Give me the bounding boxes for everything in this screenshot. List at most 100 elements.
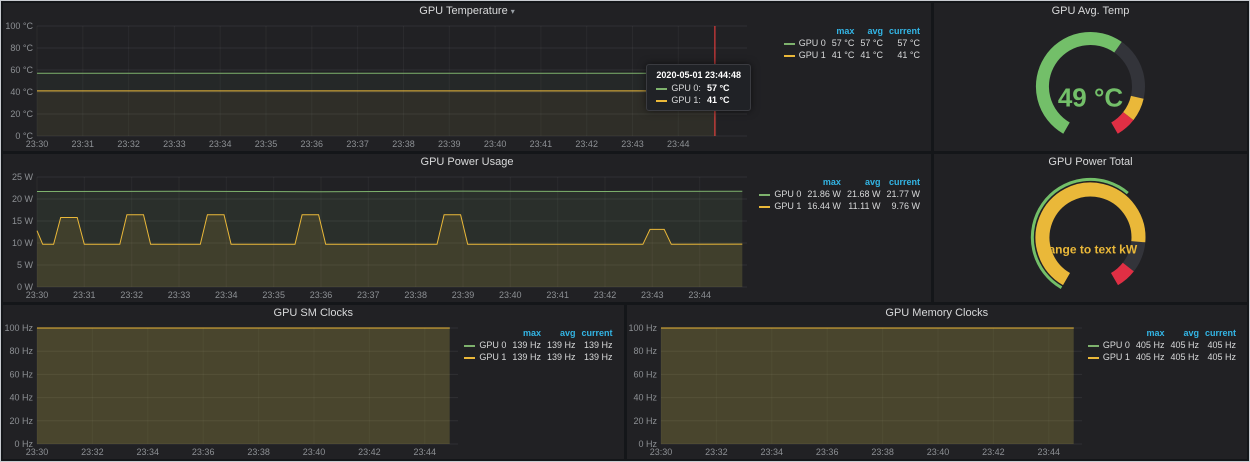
panel-title-gpu-power-usage[interactable]: GPU Power Usage <box>3 154 931 171</box>
svg-text:23:31: 23:31 <box>73 290 96 300</box>
svg-text:23:38: 23:38 <box>871 447 894 457</box>
svg-text:23:37: 23:37 <box>346 139 369 149</box>
tooltip-series-name: GPU 1: <box>671 95 701 105</box>
gpu-power-usage-chart[interactable]: 0 W5 W10 W15 W20 W25 W23:3023:3123:3223:… <box>3 171 753 302</box>
tooltip-timestamp: 2020-05-01 23:44:48 <box>656 70 741 80</box>
tooltip-row-gpu1: GPU 1: 41 °C <box>656 95 741 105</box>
svg-text:23:30: 23:30 <box>26 447 49 457</box>
panel-title-gpu-memory-clocks[interactable]: GPU Memory Clocks <box>627 305 1248 322</box>
panel-title-gpu-temperature[interactable]: GPU Temperature ▾ <box>3 3 931 20</box>
svg-text:49 °C: 49 °C <box>1058 83 1124 113</box>
panel-title-text: GPU SM Clocks <box>274 307 353 319</box>
svg-text:20 °C: 20 °C <box>10 109 33 119</box>
dashboard-row-1: GPU Temperature▾ 0 °C20 °C40 °C60 °C80 °… <box>3 3 1247 151</box>
panel-title-text: GPU Temperature <box>419 5 507 17</box>
gpu-sm-clocks-chart[interactable]: 0 Hz20 Hz40 Hz60 Hz80 Hz100 Hz23:3023:32… <box>3 322 464 459</box>
svg-text:23:34: 23:34 <box>215 290 238 300</box>
gpu-avg-temp-gauge: 49 °C <box>934 20 1247 151</box>
gpu-power-usage-legend[interactable]: maxavgcurrentGPU 021.86 W21.68 W21.77 WG… <box>753 171 931 302</box>
panel-title-gpu-sm-clocks[interactable]: GPU SM Clocks <box>3 305 624 322</box>
svg-text:23:40: 23:40 <box>499 290 522 300</box>
svg-text:23:44: 23:44 <box>1037 447 1060 457</box>
svg-text:23:40: 23:40 <box>303 447 326 457</box>
svg-text:40 °C: 40 °C <box>10 87 33 97</box>
svg-text:23:39: 23:39 <box>452 290 475 300</box>
gpu-sm-clocks-body: 0 Hz20 Hz40 Hz60 Hz80 Hz100 Hz23:3023:32… <box>3 322 624 459</box>
panel-title-gpu-avg-temp[interactable]: GPU Avg. Temp <box>934 3 1247 20</box>
svg-text:23:39: 23:39 <box>438 139 461 149</box>
gpu-sm-clocks-legend[interactable]: maxavgcurrentGPU 0139 Hz139 Hz139 HzGPU … <box>464 322 624 459</box>
series-color-dash <box>656 88 667 90</box>
svg-text:23:36: 23:36 <box>192 447 215 457</box>
svg-text:23:32: 23:32 <box>117 139 140 149</box>
svg-text:100 Hz: 100 Hz <box>628 323 657 333</box>
svg-text:100 °C: 100 °C <box>5 21 33 31</box>
chevron-down-icon[interactable]: ▾ <box>511 7 515 16</box>
svg-text:23:42: 23:42 <box>575 139 598 149</box>
tooltip-series-value: 41 °C <box>707 95 730 105</box>
svg-text:80 °C: 80 °C <box>10 43 33 53</box>
svg-text:23:44: 23:44 <box>414 447 437 457</box>
gpu-temperature-legend[interactable]: maxavgcurrentGPU 057 °C57 °C57 °CGPU 141… <box>753 20 931 151</box>
svg-text:20 W: 20 W <box>12 194 34 204</box>
svg-text:25 W: 25 W <box>12 172 34 182</box>
panel-gpu-power-usage: GPU Power Usage 0 W5 W10 W15 W20 W25 W23… <box>3 154 931 302</box>
gpu-temperature-body: 0 °C20 °C40 °C60 °C80 °C100 °C23:3023:31… <box>3 20 931 151</box>
svg-text:23:41: 23:41 <box>530 139 553 149</box>
svg-text:23:44: 23:44 <box>667 139 690 149</box>
gpu-power-total-gauge: range to text kW <box>934 171 1247 302</box>
svg-text:23:30: 23:30 <box>26 290 49 300</box>
svg-text:60 Hz: 60 Hz <box>633 369 657 379</box>
svg-text:23:37: 23:37 <box>357 290 380 300</box>
svg-text:23:30: 23:30 <box>26 139 49 149</box>
tooltip-row-gpu0: GPU 0:57 °C <box>656 83 741 93</box>
svg-text:23:32: 23:32 <box>120 290 143 300</box>
svg-text:23:38: 23:38 <box>404 290 427 300</box>
grafana-dashboard-window: GPU Temperature▾ 0 °C20 °C40 °C60 °C80 °… <box>0 0 1250 462</box>
panel-title-gpu-power-total[interactable]: GPU Power Total <box>934 154 1247 171</box>
svg-text:23:36: 23:36 <box>310 290 333 300</box>
svg-text:20 Hz: 20 Hz <box>9 416 33 426</box>
svg-text:23:30: 23:30 <box>649 447 672 457</box>
panel-title-text: GPU Power Total <box>1048 156 1132 168</box>
panel-title-text: GPU Avg. Temp <box>1052 5 1130 17</box>
panel-gpu-temperature: GPU Temperature▾ 0 °C20 °C40 °C60 °C80 °… <box>3 3 931 151</box>
panel-gpu-memory-clocks: GPU Memory Clocks 0 Hz20 Hz40 Hz60 Hz80 … <box>627 305 1248 459</box>
svg-text:23:43: 23:43 <box>621 139 644 149</box>
svg-text:23:38: 23:38 <box>247 447 270 457</box>
svg-text:23:40: 23:40 <box>484 139 507 149</box>
svg-text:10 W: 10 W <box>12 238 34 248</box>
chart-tooltip: 2020-05-01 23:44:48 GPU 0:57 °C GPU 1: 41… <box>646 64 751 111</box>
svg-text:100 Hz: 100 Hz <box>4 323 33 333</box>
dashboard-row-2: GPU Power Usage 0 W5 W10 W15 W20 W25 W23… <box>3 154 1247 302</box>
tooltip-series-value: 57 °C <box>707 83 730 93</box>
svg-text:15 W: 15 W <box>12 216 34 226</box>
svg-text:range to text kW: range to text kW <box>1044 243 1138 257</box>
gpu-memory-clocks-body: 0 Hz20 Hz40 Hz60 Hz80 Hz100 Hz23:3023:32… <box>627 322 1248 459</box>
svg-text:23:34: 23:34 <box>760 447 783 457</box>
panel-gpu-avg-temp: GPU Avg. Temp 49 °C <box>934 3 1247 151</box>
series-color-dash <box>656 100 667 102</box>
svg-text:23:40: 23:40 <box>926 447 949 457</box>
svg-text:23:31: 23:31 <box>72 139 95 149</box>
panel-title-text: GPU Power Usage <box>421 156 514 168</box>
svg-text:23:36: 23:36 <box>815 447 838 457</box>
svg-text:23:32: 23:32 <box>81 447 104 457</box>
svg-text:5 W: 5 W <box>17 260 34 270</box>
svg-text:23:36: 23:36 <box>301 139 324 149</box>
gpu-power-usage-body: 0 W5 W10 W15 W20 W25 W23:3023:3123:3223:… <box>3 171 931 302</box>
svg-text:23:41: 23:41 <box>546 290 569 300</box>
dashboard-row-3: GPU SM Clocks 0 Hz20 Hz40 Hz60 Hz80 Hz10… <box>3 305 1247 459</box>
panel-gpu-power-total: GPU Power Total range to text kW <box>934 154 1247 302</box>
gpu-memory-clocks-chart[interactable]: 0 Hz20 Hz40 Hz60 Hz80 Hz100 Hz23:3023:32… <box>627 322 1088 459</box>
svg-text:23:32: 23:32 <box>705 447 728 457</box>
panel-title-text: GPU Memory Clocks <box>885 307 988 319</box>
svg-text:40 Hz: 40 Hz <box>9 393 33 403</box>
svg-text:23:35: 23:35 <box>255 139 278 149</box>
svg-text:23:42: 23:42 <box>982 447 1005 457</box>
gpu-temperature-chart[interactable]: 0 °C20 °C40 °C60 °C80 °C100 °C23:3023:31… <box>3 20 753 151</box>
svg-text:23:34: 23:34 <box>137 447 160 457</box>
dashboard-grid: GPU Temperature▾ 0 °C20 °C40 °C60 °C80 °… <box>1 1 1249 461</box>
svg-text:23:42: 23:42 <box>594 290 617 300</box>
gpu-memory-clocks-legend[interactable]: maxavgcurrentGPU 0405 Hz405 Hz405 HzGPU … <box>1087 322 1247 459</box>
